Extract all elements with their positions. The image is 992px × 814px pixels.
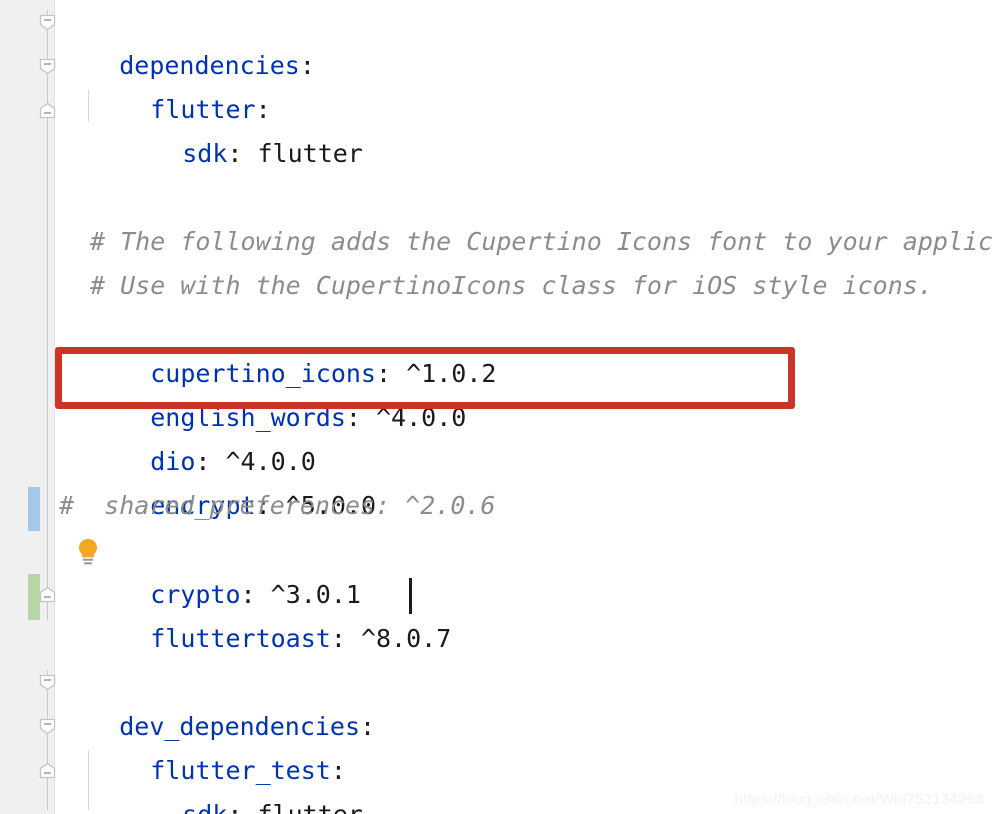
yaml-colon: : [360,712,376,741]
annotation-rectangle [55,347,795,409]
yaml-key: sdk [182,800,227,814]
fold-marker-dev-dependencies[interactable] [38,673,57,692]
yaml-value: flutter [257,139,363,168]
yaml-colon: : [227,139,258,168]
vcs-marker-modified[interactable] [28,487,40,531]
fold-marker-flutter-test[interactable] [38,717,57,736]
yaml-colon: : [330,624,361,653]
code-line-crypto[interactable]: crypto: ^3.0.1 [90,529,361,609]
code-line-dev-sdk[interactable]: sdk: flutter [122,749,363,814]
code-line-comment-cupertino-font[interactable]: # The following adds the Cupertino Icons… [90,220,992,264]
code-editor-window: dependencies: flutter: sdk: flutter # Th… [0,0,992,814]
fold-region-line-body [47,120,48,620]
yaml-value: ^8.0.7 [360,624,452,653]
code-line-dependencies[interactable]: dependencies: [59,0,315,80]
yaml-key: fluttertoast [150,624,331,653]
fold-marker-fluttertoast-end[interactable] [38,585,57,604]
yaml-value: flutter [257,800,362,814]
code-line-flutter[interactable]: flutter: [90,44,270,124]
fold-marker-dependencies[interactable] [38,13,57,32]
code-line-dev-dependencies[interactable]: dev_dependencies: [59,661,375,741]
code-line-sdk[interactable]: sdk: flutter [122,88,363,168]
code-line-comment-shared-preferences[interactable]: # shared_preferences: ^2.0.6 [59,484,496,528]
fold-marker-flutter[interactable] [38,57,57,76]
yaml-colon: : [227,800,257,814]
yaml-key: sdk [182,139,228,168]
lightbulb-icon[interactable] [75,537,101,571]
fold-marker-sdk-end[interactable] [38,101,57,120]
code-line-cupertino-icons[interactable]: cupertino_icons: ^1.0.2 [90,308,496,388]
code-line-flutter-test[interactable]: flutter_test: [90,705,346,785]
code-line-comment-cupertino-class[interactable]: # Use with the CupertinoIcons class for … [90,264,933,308]
watermark-url: https://blog.csdn.net/Wbl752134268 [734,791,984,808]
text-caret [409,578,412,614]
yaml-colon: : [299,51,315,80]
code-line-encrypt[interactable]: encrypt: ^5.0.0 [90,440,376,520]
fold-marker-dev-sdk-end[interactable] [38,761,57,780]
code-line-fluttertoast[interactable]: fluttertoast: ^8.0.7 [90,573,451,653]
